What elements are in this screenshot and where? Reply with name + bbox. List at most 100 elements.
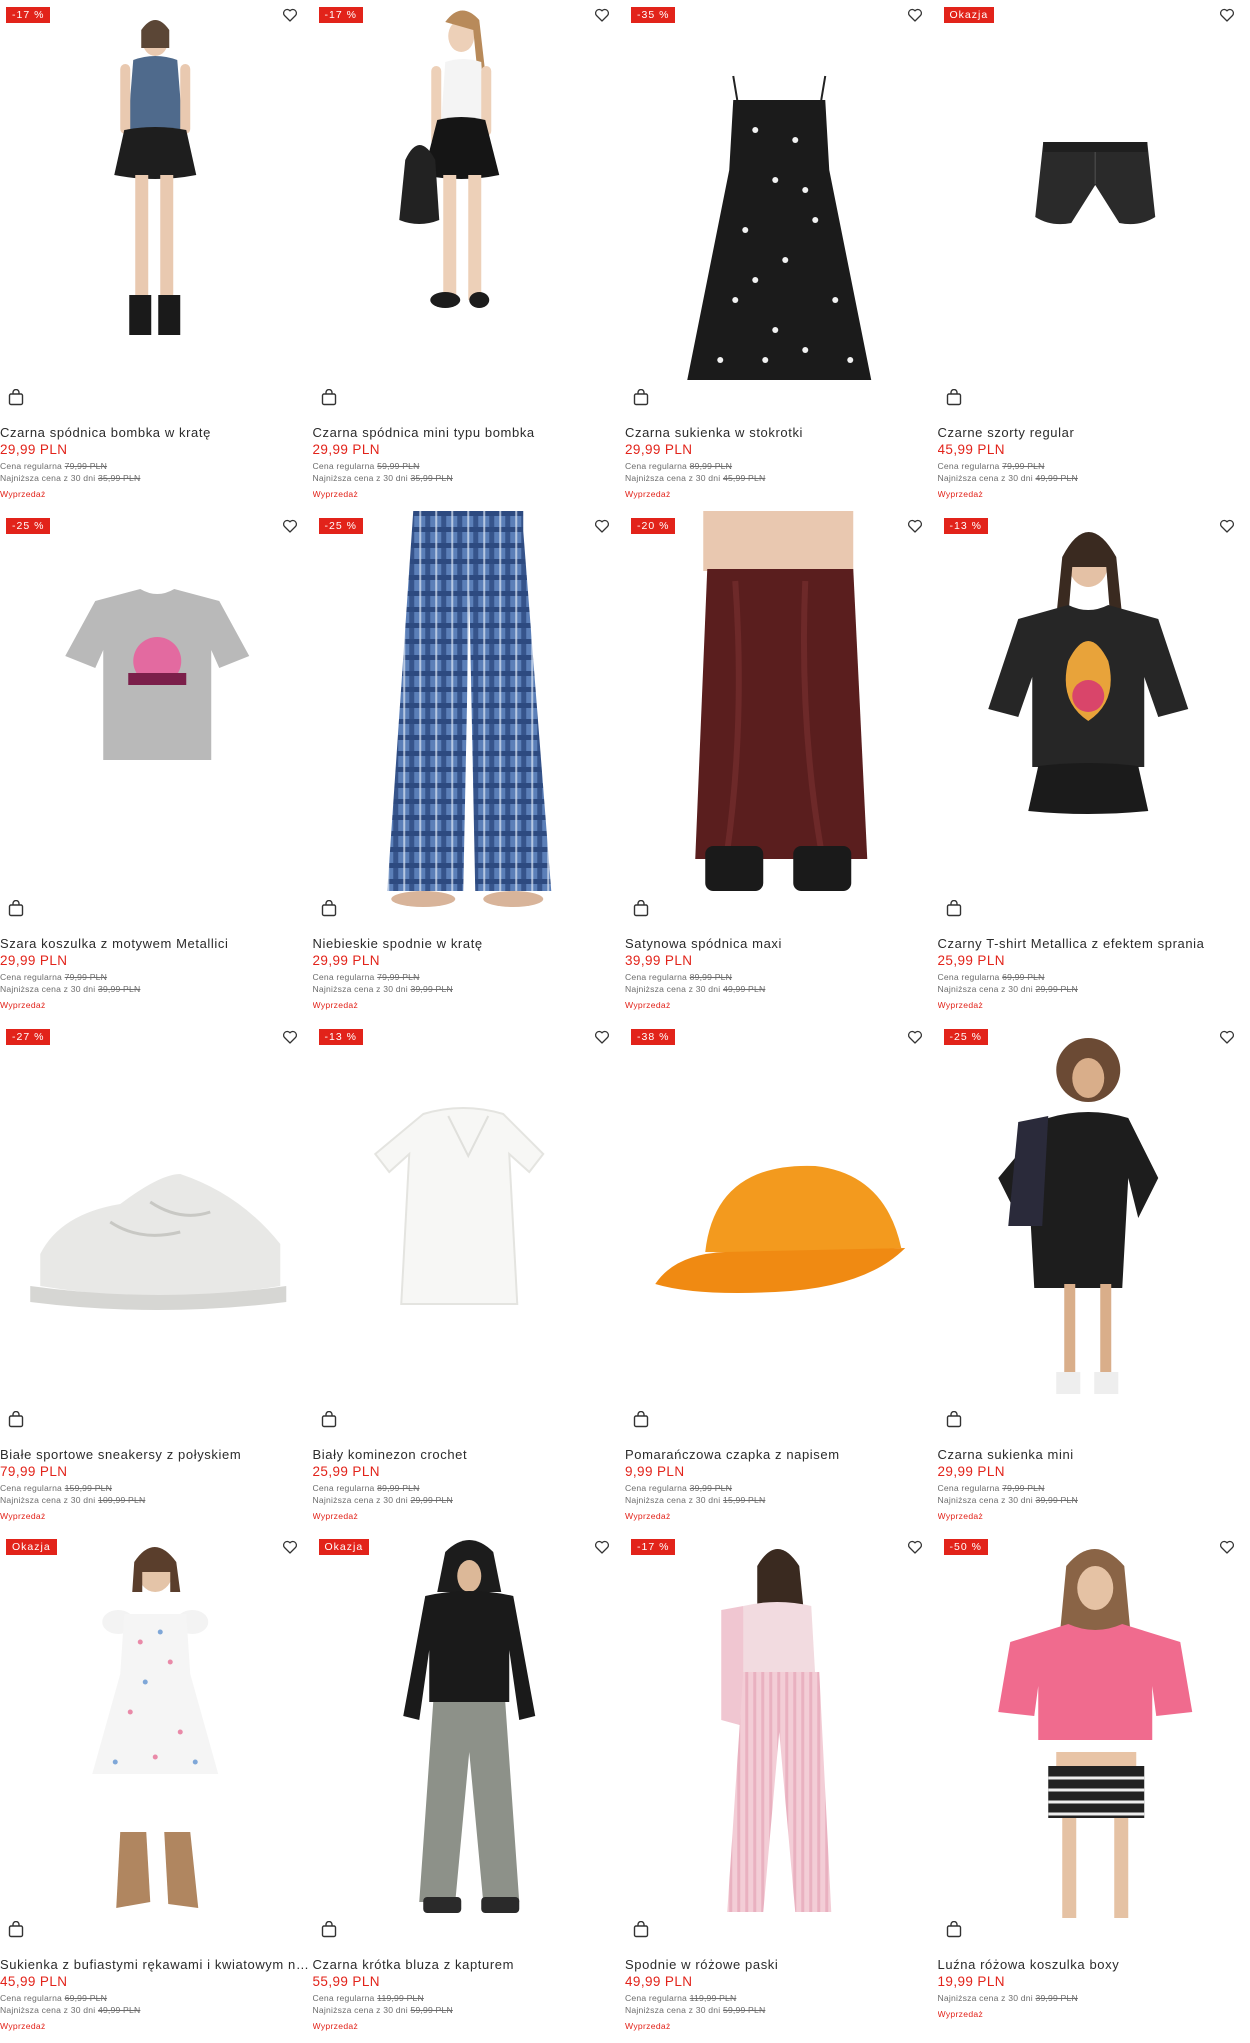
product-title[interactable]: Niebieskie spodnie w kratę <box>313 935 626 952</box>
product-title[interactable]: Czarna spódnica mini typu bombka <box>313 424 626 441</box>
product-card[interactable]: -13 % Czarny T-shirt Metallica z efektem… <box>938 511 1250 1022</box>
product-image[interactable] <box>938 511 1250 923</box>
shopping-bag-icon[interactable] <box>321 1411 337 1428</box>
product-title[interactable]: Luźna różowa koszulka boxy <box>938 1956 1250 1973</box>
product-title[interactable]: Biały kominezon crochet <box>313 1446 626 1463</box>
product-image[interactable] <box>0 1022 313 1434</box>
product-card[interactable]: -35 % Czarna sukienka w stokrotki 29,99 … <box>625 0 938 511</box>
sale-tag: Wyprzedaż <box>0 489 313 500</box>
product-card[interactable]: Okazja Czarne szorty regular 45,99 PLN C… <box>938 0 1250 511</box>
lowest-price-label: Najniższa cena z 30 dni <box>0 2005 95 2015</box>
lowest-price-row: Najniższa cena z 30 dni 39,99 PLN <box>313 983 626 995</box>
shopping-bag-icon[interactable] <box>321 900 337 917</box>
product-card[interactable]: -50 % Luźna różowa koszulka boxy 19,99 P… <box>938 1532 1250 2043</box>
product-image[interactable] <box>0 511 313 923</box>
lowest-price: 49,99 PLN <box>1035 473 1077 483</box>
product-image[interactable] <box>938 0 1250 412</box>
product-title[interactable]: Satynowa spódnica maxi <box>625 935 938 952</box>
heart-icon[interactable] <box>281 517 299 535</box>
heart-icon[interactable] <box>281 1538 299 1556</box>
regular-price-row: Cena regularna 89,99 PLN <box>625 971 938 983</box>
shopping-bag-icon[interactable] <box>8 900 24 917</box>
regular-price-row: Cena regularna 79,99 PLN <box>313 971 626 983</box>
sale-tag: Wyprzedaż <box>0 1000 313 1011</box>
product-image[interactable] <box>938 1022 1250 1434</box>
product-card[interactable]: -17 % Czarna spódnica bombka w kratę 29,… <box>0 0 313 511</box>
product-card[interactable]: -38 % Pomarańczowa czapka z napisem 9,99… <box>625 1022 938 1533</box>
product-image[interactable] <box>625 1022 938 1434</box>
product-image[interactable] <box>313 1532 626 1944</box>
product-title[interactable]: Czarna spódnica bombka w kratę <box>0 424 313 441</box>
heart-icon[interactable] <box>906 6 924 24</box>
product-card[interactable]: -27 % Białe sportowe sneakersy z połyski… <box>0 1022 313 1533</box>
heart-icon[interactable] <box>906 1028 924 1046</box>
heart-icon[interactable] <box>281 6 299 24</box>
product-card[interactable]: -20 % Satynowa spódnica maxi 39,99 PLN C… <box>625 511 938 1022</box>
product-title[interactable]: Czarna sukienka w stokrotki <box>625 424 938 441</box>
regular-price: 69,99 PLN <box>1002 972 1044 982</box>
shopping-bag-icon[interactable] <box>633 900 649 917</box>
discount-badge: -17 % <box>319 7 363 23</box>
product-card[interactable]: -13 % Biały kominezon crochet 25,99 PLN … <box>313 1022 626 1533</box>
product-image[interactable] <box>313 1022 626 1434</box>
shopping-bag-icon[interactable] <box>946 900 962 917</box>
shopping-bag-icon[interactable] <box>633 1411 649 1428</box>
heart-icon[interactable] <box>1218 1538 1236 1556</box>
heart-icon[interactable] <box>281 1028 299 1046</box>
product-image[interactable] <box>625 0 938 412</box>
product-image[interactable] <box>625 511 938 923</box>
product-image[interactable] <box>0 1532 313 1944</box>
shopping-bag-icon[interactable] <box>8 1921 24 1938</box>
heart-icon[interactable] <box>593 1538 611 1556</box>
product-title[interactable]: Białe sportowe sneakersy z połyskiem <box>0 1446 313 1463</box>
product-card[interactable]: -17 % Czarna spódnica mini typu bombka 2… <box>313 0 626 511</box>
product-price: 45,99 PLN <box>0 1973 313 1990</box>
shopping-bag-icon[interactable] <box>8 389 24 406</box>
regular-price: 79,99 PLN <box>1002 1483 1044 1493</box>
product-title[interactable]: Szara koszulka z motywem Metallici <box>0 935 313 952</box>
product-image[interactable] <box>938 1532 1250 1944</box>
product-card[interactable]: Okazja Sukienka z bufiastymi rękawami i … <box>0 1532 313 2043</box>
product-title[interactable]: Czarne szorty regular <box>938 424 1250 441</box>
shopping-bag-icon[interactable] <box>946 389 962 406</box>
lowest-price-label: Najniższa cena z 30 dni <box>0 1495 95 1505</box>
heart-icon[interactable] <box>1218 517 1236 535</box>
product-title[interactable]: Sukienka z bufiastymi rękawami i kwiatow… <box>0 1956 313 1973</box>
heart-icon[interactable] <box>593 517 611 535</box>
product-card[interactable]: -25 % Szara koszulka z motywem Metallici… <box>0 511 313 1022</box>
shopping-bag-icon[interactable] <box>321 389 337 406</box>
heart-icon[interactable] <box>593 6 611 24</box>
shopping-bag-icon[interactable] <box>8 1411 24 1428</box>
heart-icon[interactable] <box>906 517 924 535</box>
heart-icon[interactable] <box>593 1028 611 1046</box>
product-card[interactable]: -25 % Niebieskie spodnie w kratę 29,99 P… <box>313 511 626 1022</box>
heart-icon[interactable] <box>1218 1028 1236 1046</box>
shopping-bag-icon[interactable] <box>633 389 649 406</box>
shopping-bag-icon[interactable] <box>946 1921 962 1938</box>
regular-price-row: Cena regularna 69,99 PLN <box>0 1992 313 2004</box>
regular-price-row: Cena regularna 79,99 PLN <box>938 460 1250 472</box>
product-card[interactable]: -17 % Spodnie w różowe paski 49,99 PLN C… <box>625 1532 938 2043</box>
sale-tag: Wyprzedaż <box>625 1000 938 1011</box>
product-title[interactable]: Spodnie w różowe paski <box>625 1956 938 1973</box>
heart-icon[interactable] <box>1218 6 1236 24</box>
shopping-bag-icon[interactable] <box>946 1411 962 1428</box>
lowest-price-row: Najniższa cena z 30 dni 39,99 PLN <box>938 1494 1250 1506</box>
regular-price: 89,99 PLN <box>377 1483 419 1493</box>
shopping-bag-icon[interactable] <box>321 1921 337 1938</box>
heart-icon[interactable] <box>906 1538 924 1556</box>
regular-price-label: Cena regularna <box>0 461 62 471</box>
product-title[interactable]: Czarna krótka bluza z kapturem <box>313 1956 626 1973</box>
product-image[interactable] <box>0 0 313 412</box>
product-title[interactable]: Pomarańczowa czapka z napisem <box>625 1446 938 1463</box>
product-image[interactable] <box>313 0 626 412</box>
product-card[interactable]: -25 % Czarna sukienka mini 29,99 PLN Cen… <box>938 1022 1250 1533</box>
lowest-price: 29,99 PLN <box>410 1495 452 1505</box>
lowest-price-label: Najniższa cena z 30 dni <box>938 1495 1033 1505</box>
product-title[interactable]: Czarny T-shirt Metallica z efektem spran… <box>938 935 1250 952</box>
product-image[interactable] <box>313 511 626 923</box>
product-image[interactable] <box>625 1532 938 1944</box>
product-title[interactable]: Czarna sukienka mini <box>938 1446 1250 1463</box>
shopping-bag-icon[interactable] <box>633 1921 649 1938</box>
product-card[interactable]: Okazja Czarna krótka bluza z kapturem 55… <box>313 1532 626 2043</box>
